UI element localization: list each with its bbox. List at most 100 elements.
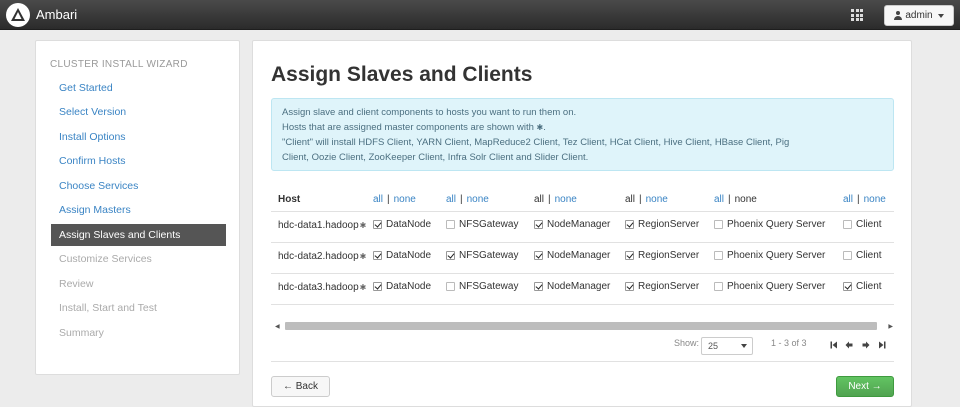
page-size-select[interactable]: 25 <box>701 337 753 355</box>
select-none-link[interactable]: none <box>646 194 668 205</box>
scrollbar-thumb[interactable] <box>285 322 877 330</box>
component-checkbox[interactable] <box>843 220 852 229</box>
wizard-step-install-start-and-test: Install, Start and Test <box>59 302 157 314</box>
component-checkbox[interactable] <box>714 251 723 260</box>
component-label[interactable]: Phoenix Query Server <box>727 219 825 230</box>
component-checkbox[interactable] <box>843 251 852 260</box>
component-label[interactable]: DataNode <box>386 281 431 292</box>
component-checkbox[interactable] <box>373 282 382 291</box>
component-label[interactable]: NodeManager <box>547 219 610 230</box>
component-checkbox[interactable] <box>534 220 543 229</box>
select-all-link[interactable]: all <box>534 194 544 205</box>
host-name-text: hdc-data1.hadoop <box>278 220 359 231</box>
component-label[interactable]: NodeManager <box>547 281 610 292</box>
component-label[interactable]: DataNode <box>386 250 431 261</box>
select-none-link[interactable]: none <box>735 194 757 205</box>
next-page-icon[interactable] <box>862 341 870 349</box>
wizard-step-assign-slaves-and-clients[interactable]: Assign Slaves and Clients <box>51 224 226 246</box>
component-checkbox[interactable] <box>446 220 455 229</box>
user-menu-button[interactable]: admin <box>884 5 954 26</box>
component-label[interactable]: Phoenix Query Server <box>727 250 825 261</box>
select-all-link[interactable]: all <box>446 194 456 205</box>
component-label[interactable]: Phoenix Query Server <box>727 281 825 292</box>
page-title: Assign Slaves and Clients <box>271 63 533 86</box>
select-all-link[interactable]: all <box>843 194 853 205</box>
ambari-logo-icon[interactable] <box>6 3 30 27</box>
select-all-link[interactable]: all <box>714 194 724 205</box>
component-checkbox[interactable] <box>534 251 543 260</box>
wizard-step-confirm-hosts[interactable]: Confirm Hosts <box>51 150 226 172</box>
component-cell: Client <box>843 219 882 230</box>
component-checkbox[interactable] <box>534 282 543 291</box>
component-checkbox[interactable] <box>625 251 634 260</box>
component-checkbox[interactable] <box>446 282 455 291</box>
component-cell: NodeManager <box>534 219 610 230</box>
component-label[interactable]: NFSGateway <box>459 219 518 230</box>
select-all-link[interactable]: all <box>373 194 383 205</box>
wizard-step-review: Review <box>59 278 94 290</box>
wizard-step-assign-masters[interactable]: Assign Masters <box>51 199 226 221</box>
wizard-step-choose-services[interactable]: Choose Services <box>51 175 226 197</box>
component-label[interactable]: RegionServer <box>638 281 699 292</box>
select-none-link[interactable]: none <box>864 194 886 205</box>
user-icon <box>894 11 903 20</box>
component-cell: Phoenix Query Server <box>714 281 825 292</box>
next-button[interactable]: Next → <box>836 376 894 397</box>
separator: | <box>387 194 390 205</box>
component-label[interactable]: RegionServer <box>638 219 699 230</box>
main-panel: Assign Slaves and Clients Assign slave a… <box>252 40 912 407</box>
component-checkbox[interactable] <box>373 220 382 229</box>
select-none-link[interactable]: none <box>467 194 489 205</box>
last-page-icon[interactable] <box>878 341 886 349</box>
component-cell: Client <box>843 250 882 261</box>
wizard-step-get-started[interactable]: Get Started <box>51 77 226 99</box>
component-cell: DataNode <box>373 219 431 230</box>
back-button[interactable]: ← Back <box>271 376 330 397</box>
info-line-2-text: Hosts that are assigned master component… <box>282 122 534 133</box>
scroll-right-icon[interactable]: ▶ <box>888 323 893 330</box>
info-line-4: Client, Oozie Client, ZooKeeper Client, … <box>282 152 589 163</box>
wizard-step-install-options[interactable]: Install Options <box>51 126 226 148</box>
user-menu-label: admin <box>905 10 933 21</box>
separator: | <box>728 194 731 205</box>
wizard-step-select-version[interactable]: Select Version <box>51 101 226 123</box>
page-range: 1 - 3 of 3 <box>771 338 807 348</box>
scroll-left-icon[interactable]: ◀ <box>275 323 280 330</box>
component-checkbox[interactable] <box>373 251 382 260</box>
select-none-link[interactable]: none <box>394 194 416 205</box>
component-checkbox[interactable] <box>843 282 852 291</box>
component-cell: NFSGateway <box>446 281 518 292</box>
caret-down-icon <box>937 13 944 18</box>
component-label[interactable]: NFSGateway <box>459 281 518 292</box>
wizard-sidebar: CLUSTER INSTALL WIZARD Get Started Select… <box>35 40 240 375</box>
column-select-controls: all | none <box>714 194 757 205</box>
component-label[interactable]: Client <box>856 281 882 292</box>
component-label[interactable]: NFSGateway <box>459 250 518 261</box>
component-label[interactable]: Client <box>856 219 882 230</box>
component-checkbox[interactable] <box>446 251 455 260</box>
first-page-icon[interactable] <box>830 341 838 349</box>
component-checkbox[interactable] <box>625 282 634 291</box>
component-label[interactable]: NodeManager <box>547 250 610 261</box>
select-all-link[interactable]: all <box>625 194 635 205</box>
component-cell: DataNode <box>373 250 431 261</box>
component-checkbox[interactable] <box>714 282 723 291</box>
component-label[interactable]: RegionServer <box>638 250 699 261</box>
column-select-controls: all | none <box>534 194 577 205</box>
select-none-link[interactable]: none <box>555 194 577 205</box>
row-divider <box>271 304 894 305</box>
row-divider <box>271 273 894 274</box>
info-alert: Assign slave and client components to ho… <box>271 98 894 171</box>
component-label[interactable]: Client <box>856 250 882 261</box>
master-star-icon: ✱ <box>359 283 367 292</box>
separator: | <box>857 194 860 205</box>
component-checkbox[interactable] <box>714 220 723 229</box>
host-name-text: hdc-data2.hadoop <box>278 251 359 262</box>
component-checkbox[interactable] <box>625 220 634 229</box>
previous-page-icon[interactable] <box>845 341 853 349</box>
top-navbar: Ambari admin <box>0 0 960 30</box>
views-grid-icon[interactable] <box>851 9 863 21</box>
horizontal-scrollbar[interactable]: ◀ ▶ <box>275 321 893 331</box>
component-label[interactable]: DataNode <box>386 219 431 230</box>
brand-name[interactable]: Ambari <box>36 7 77 22</box>
